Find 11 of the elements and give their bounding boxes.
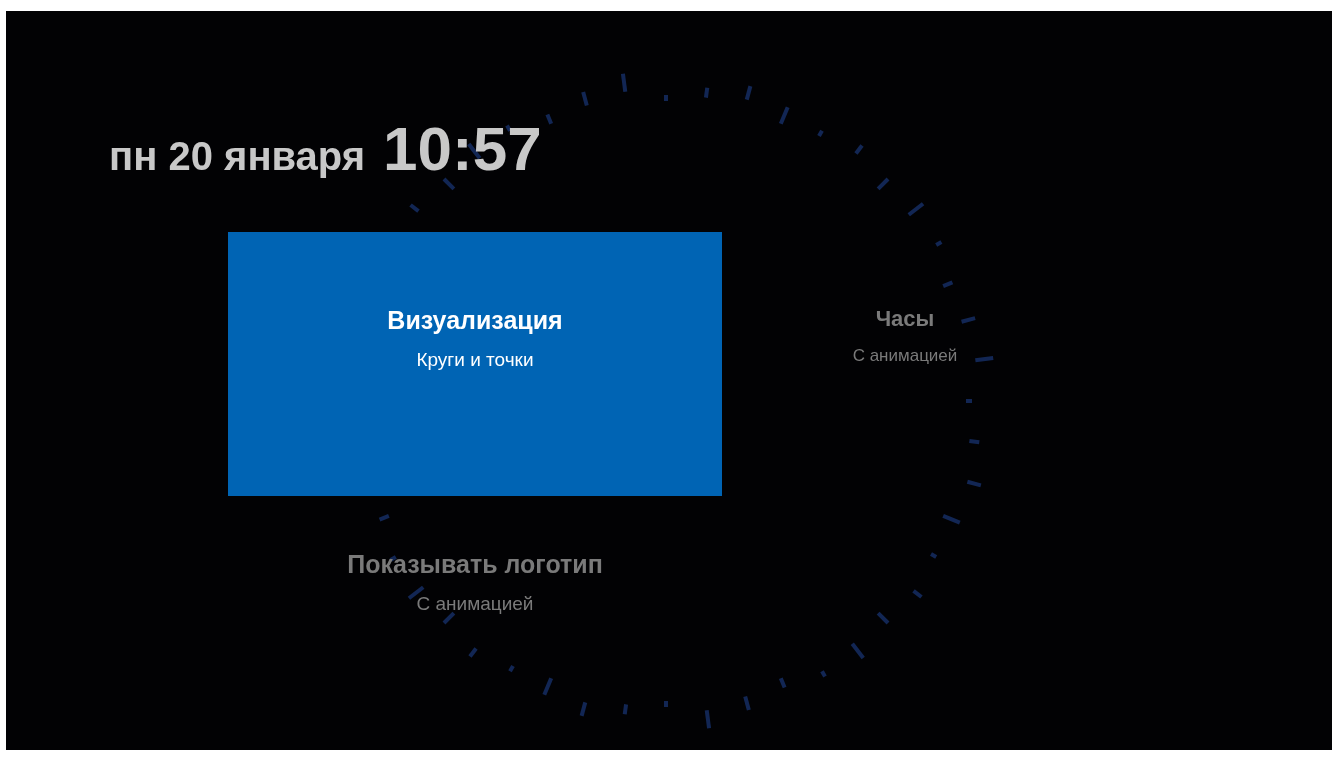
- option-title: Показывать логотип: [347, 550, 603, 579]
- option-title: Визуализация: [387, 306, 563, 335]
- option-subtitle: С анимацией: [852, 346, 958, 366]
- option-title: Часы: [875, 306, 935, 332]
- option-card[interactable]: Показывать логотип С анимацией: [228, 496, 722, 666]
- option-subtitle: С анимацией: [416, 593, 534, 615]
- date-text: пн 20 января: [109, 134, 366, 179]
- option-card[interactable]: Часы С анимацией: [722, 232, 1088, 496]
- clock-time: 10:57: [383, 113, 542, 184]
- option-card[interactable]: Визуализация Круги и точки: [228, 232, 722, 496]
- option-subtitle: Круги и точки: [416, 349, 534, 371]
